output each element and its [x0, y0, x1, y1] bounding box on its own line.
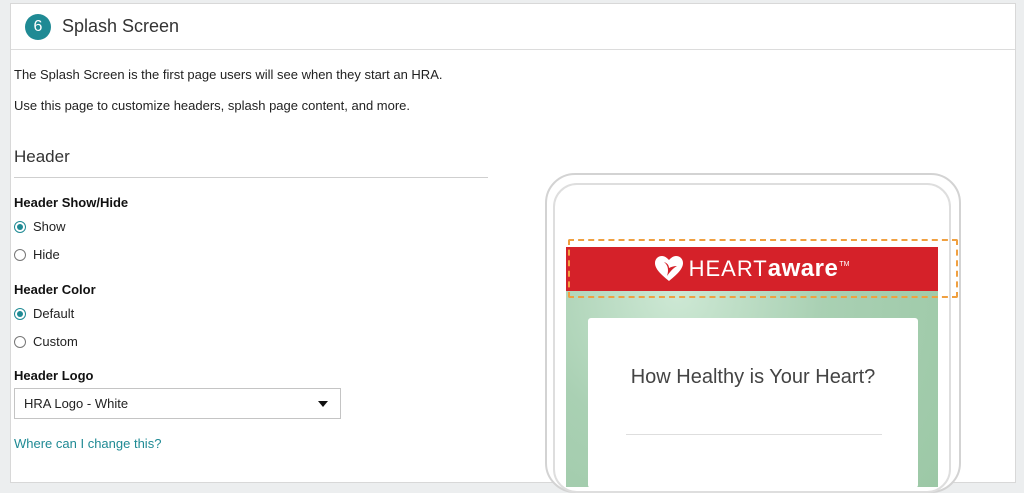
panel-title: Splash Screen [62, 16, 180, 36]
step-number-badge: 6 [25, 13, 51, 40]
panel-header: 6 Splash Screen [11, 4, 1015, 50]
radio-show[interactable]: Show [14, 219, 66, 234]
preview-card-title: How Healthy is Your Heart? [630, 366, 876, 388]
where-can-i-change-link[interactable]: Where can I change this? [14, 436, 161, 451]
caret-down-icon[interactable] [318, 400, 328, 407]
intro-text-1: The Splash Screen is the first page user… [14, 67, 443, 82]
radio-default[interactable]: Default [14, 306, 74, 321]
header-color-label: Header Color [14, 282, 96, 297]
radio-custom-label: Custom [33, 334, 78, 349]
header-show-hide-label: Header Show/Hide [14, 195, 129, 210]
intro-text-2: Use this page to customize headers, spla… [14, 98, 411, 113]
header-section-title: Header [14, 147, 70, 166]
section-divider [14, 177, 488, 178]
radio-hide-indicator[interactable] [14, 248, 26, 261]
radio-hide[interactable]: Hide [14, 247, 60, 262]
preview-content-card: How Healthy is Your Heart? [588, 318, 918, 488]
preview-card-divider [626, 434, 882, 435]
radio-custom[interactable]: Custom [14, 334, 78, 349]
radio-default-label: Default [33, 306, 75, 321]
header-logo-select-value: HRA Logo - White [24, 396, 129, 411]
radio-hide-label: Hide [33, 247, 60, 262]
radio-custom-indicator[interactable] [14, 335, 26, 348]
header-logo-label: Header Logo [14, 368, 94, 383]
radio-default-indicator[interactable] [14, 307, 26, 320]
header-highlight-outline [568, 239, 958, 298]
radio-show-label: Show [33, 219, 66, 234]
header-logo-select[interactable]: HRA Logo - White [14, 388, 341, 419]
radio-show-indicator[interactable] [14, 220, 26, 233]
